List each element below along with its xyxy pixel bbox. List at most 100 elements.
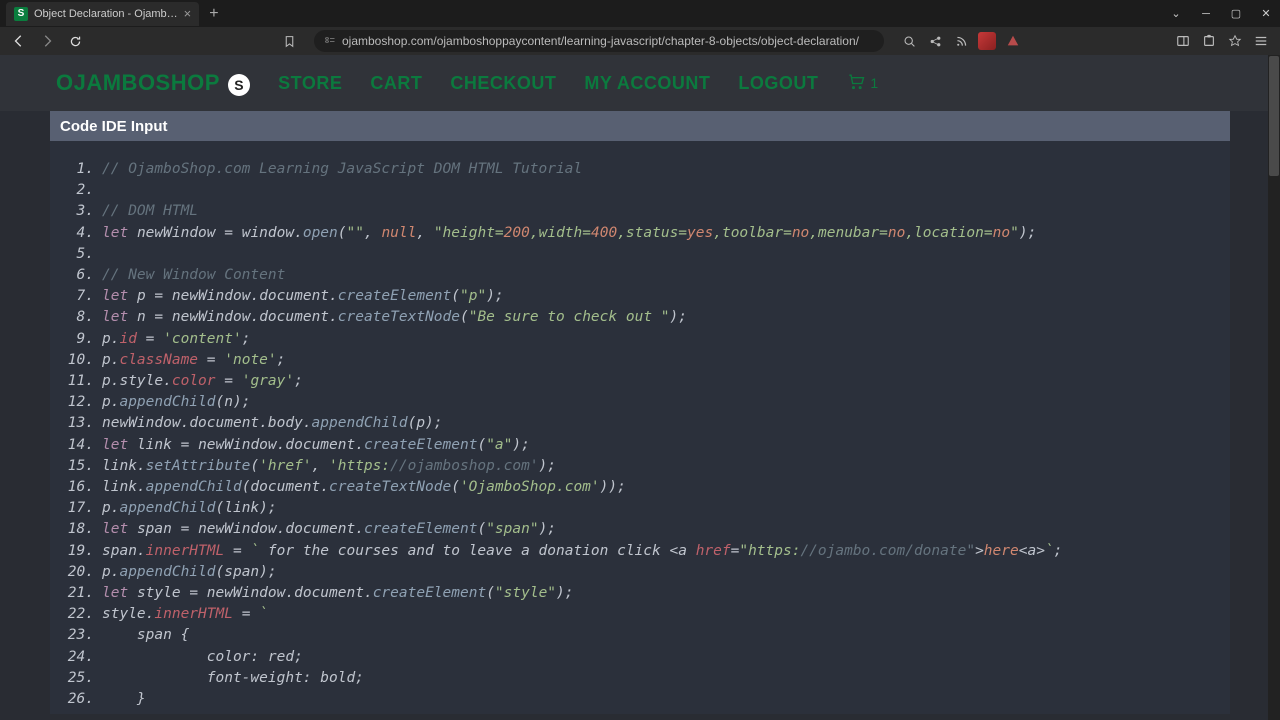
code-line: 12 p.appendChild(n);: [62, 392, 1218, 413]
code-line: 5: [62, 244, 1218, 265]
shield-icon[interactable]: [976, 30, 998, 52]
cart-button[interactable]: 1: [846, 71, 878, 96]
close-button[interactable]: ✕: [1252, 2, 1280, 26]
code-line: 25 font-weight: bold;: [62, 668, 1218, 689]
bookmark-icon[interactable]: [278, 30, 300, 52]
back-button[interactable]: [8, 30, 30, 52]
warning-icon[interactable]: [1002, 30, 1024, 52]
code-line: 2: [62, 180, 1218, 201]
code-line: 18let span = newWindow.document.createEl…: [62, 519, 1218, 540]
window-controls: ⌄ ─ ▢ ✕: [1162, 2, 1280, 26]
line-number: 13: [62, 413, 94, 434]
code-line: 10p.className = 'note';: [62, 350, 1218, 371]
line-number: 7: [62, 286, 94, 307]
line-number: 24: [62, 647, 94, 668]
code-text: p.appendChild(link);: [102, 498, 277, 519]
reload-button[interactable]: [64, 30, 86, 52]
zoom-icon[interactable]: [898, 30, 920, 52]
code-text: let n = newWindow.document.createTextNod…: [102, 307, 687, 328]
minimize-button[interactable]: ─: [1192, 2, 1220, 26]
nav-link-store[interactable]: STORE: [278, 73, 342, 94]
line-number: 18: [62, 519, 94, 540]
extensions-icon[interactable]: [1198, 30, 1220, 52]
line-number: 16: [62, 477, 94, 498]
code-text: p.id = 'content';: [102, 329, 250, 350]
code-line: 23 span {: [62, 625, 1218, 646]
nav-link-cart[interactable]: CART: [370, 73, 422, 94]
code-text: // OjamboShop.com Learning JavaScript DO…: [102, 159, 582, 180]
code-editor[interactable]: 1 // OjamboShop.com Learning JavaScript D…: [50, 141, 1230, 714]
browser-tab[interactable]: S Object Declaration - Ojamb… ×: [6, 2, 199, 26]
line-number: 23: [62, 625, 94, 646]
browser-titlebar: S Object Declaration - Ojamb… × + ⌄ ─ ▢ …: [0, 0, 1280, 27]
code-line: 19 span.innerHTML = ` for the courses and…: [62, 541, 1218, 562]
page-content: OJAMBOSHOP S STORE CART CHECKOUT MY ACCO…: [0, 55, 1280, 720]
forward-button[interactable]: [36, 30, 58, 52]
code-line: 26 }: [62, 689, 1218, 710]
line-number: 17: [62, 498, 94, 519]
line-number: 19: [62, 541, 94, 562]
code-text: span.innerHTML = ` for the courses and t…: [102, 541, 1062, 562]
code-line: 3// DOM HTML: [62, 201, 1218, 222]
code-line: 15 link.setAttribute('href', 'https://oja…: [62, 456, 1218, 477]
tab-title: Object Declaration - Ojamb…: [34, 8, 178, 20]
maximize-button[interactable]: ▢: [1222, 2, 1250, 26]
vertical-scrollbar[interactable]: [1268, 55, 1280, 720]
site-navigation: OJAMBOSHOP S STORE CART CHECKOUT MY ACCO…: [0, 55, 1280, 111]
code-line: 13 newWindow.document.body.appendChild(p)…: [62, 413, 1218, 434]
line-number: 20: [62, 562, 94, 583]
code-line: 4let newWindow = window.open("", null, "…: [62, 223, 1218, 244]
cart-icon: [846, 71, 866, 96]
nav-link-logout[interactable]: LOGOUT: [738, 73, 818, 94]
code-line: 21let style = newWindow.document.createE…: [62, 583, 1218, 604]
nav-link-checkout[interactable]: CHECKOUT: [450, 73, 556, 94]
brand-logo[interactable]: OJAMBOSHOP S: [56, 70, 250, 96]
chevron-down-icon[interactable]: ⌄: [1162, 2, 1190, 26]
code-text: link.appendChild(document.createTextNode…: [102, 477, 626, 498]
line-number: 15: [62, 456, 94, 477]
brand-text: OJAMBOSHOP: [56, 70, 220, 95]
line-number: 12: [62, 392, 94, 413]
line-number: 21: [62, 583, 94, 604]
code-text: }: [102, 689, 146, 710]
nav-link-account[interactable]: MY ACCOUNT: [584, 73, 710, 94]
line-number: 10: [62, 350, 94, 371]
code-text: p.appendChild(span);: [102, 562, 277, 583]
code-text: let link = newWindow.document.createElem…: [102, 435, 530, 456]
line-number: 9: [62, 329, 94, 350]
url-text: ojamboshop.com/ojamboshoppaycontent/lear…: [342, 34, 859, 48]
line-number: 11: [62, 371, 94, 392]
code-line: 8let n = newWindow.document.createTextNo…: [62, 307, 1218, 328]
tab-strip: S Object Declaration - Ojamb… × +: [0, 0, 219, 27]
new-tab-button[interactable]: +: [209, 5, 218, 23]
line-number: 6: [62, 265, 94, 286]
code-text: p.style.color = 'gray';: [102, 371, 303, 392]
code-text: link.setAttribute('href', 'https://ojamb…: [102, 456, 556, 477]
code-text: newWindow.document.body.appendChild(p);: [102, 413, 443, 434]
code-text: // DOM HTML: [102, 201, 198, 222]
line-number: 1: [62, 159, 94, 180]
code-text: style.innerHTML = `: [102, 604, 268, 625]
line-number: 26: [62, 689, 94, 710]
code-line: 11 p.style.color = 'gray';: [62, 371, 1218, 392]
line-number: 22: [62, 604, 94, 625]
share-icon[interactable]: [924, 30, 946, 52]
url-bar[interactable]: ojamboshop.com/ojamboshoppaycontent/lear…: [314, 30, 884, 52]
cart-count: 1: [870, 75, 878, 91]
code-text: let p = newWindow.document.createElement…: [102, 286, 504, 307]
code-text: p.appendChild(n);: [102, 392, 250, 413]
favicon-icon: S: [14, 7, 28, 21]
scrollbar-thumb[interactable]: [1269, 56, 1279, 176]
tab-close-icon[interactable]: ×: [184, 6, 192, 21]
site-settings-icon[interactable]: [324, 34, 336, 49]
customize-icon[interactable]: [1224, 30, 1246, 52]
code-line: 24 color: red;: [62, 647, 1218, 668]
rss-icon[interactable]: [950, 30, 972, 52]
menu-icon[interactable]: [1250, 30, 1272, 52]
line-number: 14: [62, 435, 94, 456]
code-line: 6// New Window Content: [62, 265, 1218, 286]
code-line: 16 link.appendChild(document.createTextNo…: [62, 477, 1218, 498]
browser-toolbar: ojamboshop.com/ojamboshoppaycontent/lear…: [0, 27, 1280, 55]
code-line: 9 p.id = 'content';: [62, 329, 1218, 350]
sidepanel-icon[interactable]: [1172, 30, 1194, 52]
